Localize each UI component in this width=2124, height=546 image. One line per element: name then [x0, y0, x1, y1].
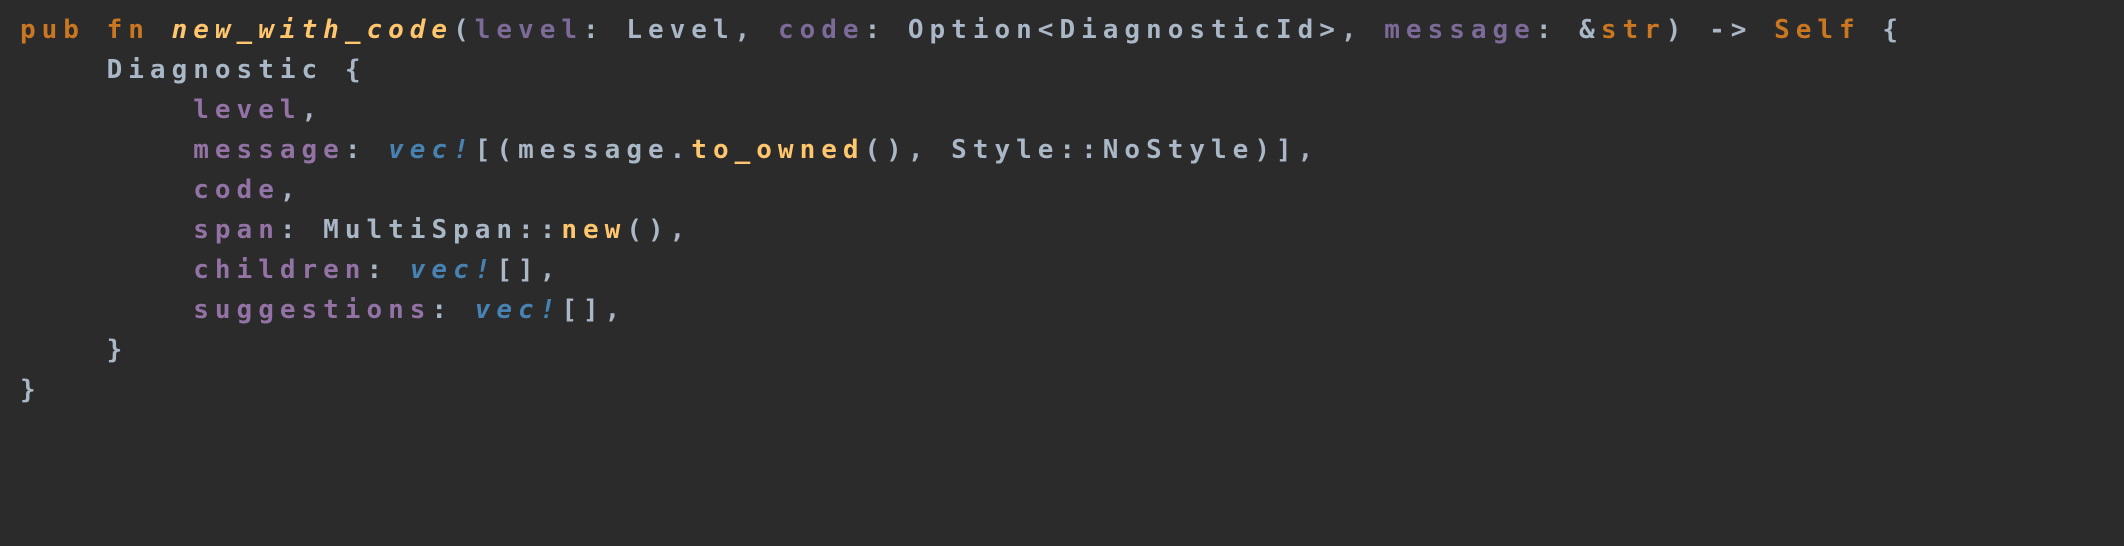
code-line-10: } [20, 375, 42, 405]
keyword-fn: fn [107, 15, 150, 45]
code-line-2: Diagnostic { [20, 55, 366, 85]
field-message: message [193, 135, 345, 165]
function-name: new_with_code [172, 15, 454, 45]
param-code: code [778, 15, 865, 45]
code-line-7: children: vec![], [20, 255, 561, 285]
type-multispan: MultiSpan:: [323, 215, 561, 245]
macro-vec: vec! [388, 135, 475, 165]
paren-close: ) [1666, 15, 1688, 45]
code-line-9: } [20, 335, 128, 365]
code-line-4: message: vec![(message.to_owned(), Style… [20, 135, 1319, 165]
paren-open: ( [453, 15, 475, 45]
field-children: children [193, 255, 366, 285]
keyword-self: Self [1774, 15, 1861, 45]
field-span: span [193, 215, 280, 245]
param-message: message [1384, 15, 1536, 45]
method-to-owned: to_owned [691, 135, 864, 165]
brace-close: } [107, 335, 129, 365]
enum-style-nostyle: Style::NoStyle [951, 135, 1254, 165]
keyword-str: str [1601, 15, 1666, 45]
code-line-1: pub fn new_with_code(level: Level, code:… [20, 15, 1904, 45]
macro-vec: vec! [410, 255, 497, 285]
param-level: level [475, 15, 583, 45]
keyword-pub: pub [20, 15, 85, 45]
field-level: level [193, 95, 301, 125]
type-option: Option<DiagnosticId> [908, 15, 1341, 45]
struct-diagnostic: Diagnostic [107, 55, 324, 85]
code-line-8: suggestions: vec![], [20, 295, 626, 325]
code-line-3: level, [20, 95, 323, 125]
code-editor[interactable]: pub fn new_with_code(level: Level, code:… [0, 0, 2124, 420]
field-suggestions: suggestions [193, 295, 431, 325]
macro-vec: vec! [475, 295, 562, 325]
brace-open: { [1861, 15, 1904, 45]
code-line-5: code, [20, 175, 302, 205]
type-level: Level [626, 15, 734, 45]
brace-close: } [20, 375, 42, 405]
arrow: -> [1687, 15, 1774, 45]
code-line-6: span: MultiSpan::new(), [20, 215, 691, 245]
method-new: new [561, 215, 626, 245]
field-code: code [193, 175, 280, 205]
